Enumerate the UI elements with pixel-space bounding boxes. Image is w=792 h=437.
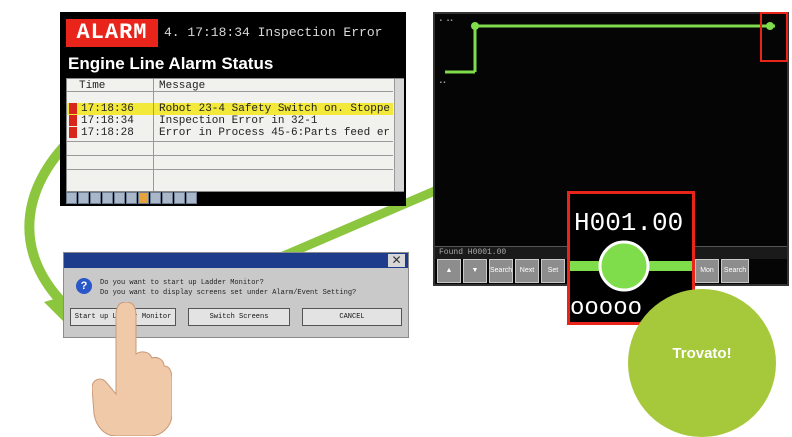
found-label: Trovato! [672,345,732,362]
row-message: Inspection Error in 32-1 [159,115,318,127]
alarm-marker [69,127,77,138]
question-icon: ? [76,278,92,294]
toolbar-icon[interactable] [66,192,77,204]
toolbar-icon[interactable] [162,192,173,204]
table-row[interactable]: 17:18:28 Error in Process 45-6:Parts fee… [67,127,393,139]
close-icon[interactable]: ✕ [388,254,405,267]
row-time: 17:18:36 [81,103,134,115]
scrollbar[interactable] [394,79,404,191]
alarm-ticker: 4. 17:18:34 Inspection Error [164,25,383,40]
alarm-header: ALARM 4. 17:18:34 Inspection Error [60,12,406,50]
highlight-box [760,12,788,62]
contact-symbol [570,240,692,292]
search-prev-button[interactable]: Search Prev [721,259,749,296]
pointing-hand-icon [92,302,172,436]
row-message: Error in Process 45-6:Parts feed er [159,127,391,139]
set-button[interactable]: Set [541,259,565,283]
alarm-toolbar [66,192,266,204]
row-time: 17:18:34 [81,115,134,127]
toolbar-icon[interactable] [114,192,125,204]
alarm-badge: ALARM [66,19,158,47]
alarm-panel: ALARM 4. 17:18:34 Inspection Error Engin… [60,12,406,206]
ladder-status-text: Found H0001.00 [439,248,507,257]
toolbar-icon[interactable] [186,192,197,204]
alarm-table: Time Message 17:18:36 Robot 23-4 Safety … [66,78,404,192]
toolbar-icon[interactable] [102,192,113,204]
zoom-under-text: ooooo [570,295,643,322]
table-row[interactable]: 17:18:36 Robot 23-4 Safety Switch on. St… [67,103,393,115]
toolbar-icon[interactable] [174,192,185,204]
svg-text:▪ ▪▪: ▪ ▪▪ [439,17,453,24]
table-row[interactable]: 17:18:34 Inspection Error in 32-1 [67,115,393,127]
dialog-message-1: Do you want to start up Ladder Monitor? [100,279,264,287]
monitor-button[interactable]: Mon [695,259,719,283]
toolbar-icon[interactable] [126,192,137,204]
alarm-title: Engine Line Alarm Status [68,54,274,73]
scroll-up-button[interactable]: ▲ [437,259,461,283]
dialog-message-2: Do you want to display screens set under… [100,289,357,297]
switch-screens-button[interactable]: Switch Screens [188,308,290,326]
scroll-down-button[interactable]: ▼ [463,259,487,283]
svg-text:▪▪: ▪▪ [439,79,446,86]
toolbar-icon[interactable] [150,192,161,204]
zoom-address: H001.00 [574,208,684,238]
toolbar-icon[interactable] [138,192,149,204]
dialog-titlebar: ✕ [64,253,408,268]
toolbar-icon[interactable] [90,192,101,204]
alarm-marker [69,115,77,126]
cancel-button[interactable]: CANCEL [302,308,402,326]
found-badge: Trovato! [628,289,776,437]
next-button[interactable]: Next [515,259,539,283]
toolbar-icon[interactable] [78,192,89,204]
alarm-marker [69,103,77,114]
search-button[interactable]: Search [489,259,513,283]
row-time: 17:18:28 [81,127,134,139]
row-message: Robot 23-4 Safety Switch on. Stoppe [159,103,391,115]
